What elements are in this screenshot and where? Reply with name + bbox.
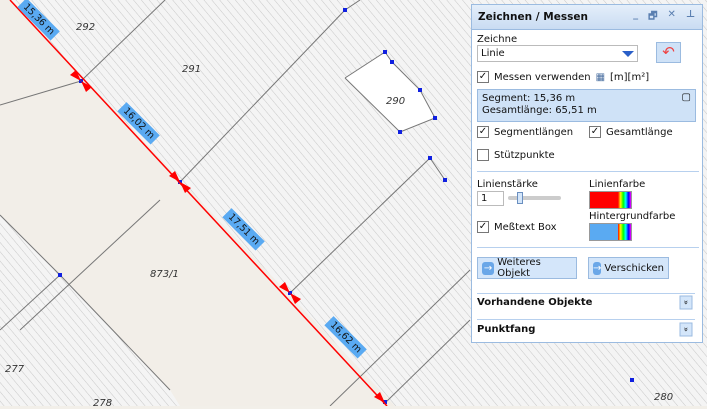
line-color-picker[interactable] [589,191,632,209]
draw-measure-panel: Zeichnen / Messen _ 🗗 ✕ ⊥ Zeichne Linie … [471,4,703,343]
send-button[interactable]: → Verschicken [588,257,669,279]
segment-length: Segment: 15,36 m [482,93,576,104]
background-color-picker[interactable] [589,223,632,241]
chevron-down-icon [622,50,634,57]
arrow-right-icon: → [593,261,602,275]
close-icon[interactable]: ✕ [667,9,675,26]
vertices-checkbox[interactable] [477,149,489,161]
textbox-label: Meßtext Box [494,221,557,233]
undo-icon: ↶ [662,43,675,61]
clipboard-icon[interactable]: ▢ [682,92,691,104]
existing-objects-header[interactable]: Vorhandene Objekte [477,297,592,308]
total-length-label: Gesamtlänge [606,126,673,138]
expand-icon[interactable]: » [679,295,693,310]
units-label[interactable]: [m][m²] [610,72,649,83]
undo-button[interactable]: ↶ [656,42,681,63]
parcel-label: 291 [182,64,202,75]
draw-type-value: Linie [481,48,505,59]
parcel-label: 873/1 [150,269,179,280]
total-length: Gesamtlänge: 65,51 m [482,105,597,116]
parcel-label: 278 [93,398,113,409]
parcel-label: 280 [654,392,674,403]
measure-info-box: Segment: 15,36 m Gesamtlänge: 65,51 m ▢ [477,89,696,122]
parcel-label: 277 [5,364,25,375]
textbox-checkbox[interactable]: ✓ [477,221,489,233]
divider [477,247,699,248]
line-width-label: Linienstärke [477,179,538,190]
background-color-label: Hintergrundfarbe [589,211,676,222]
draw-label: Zeichne [477,34,518,45]
expand-icon[interactable]: » [679,322,693,337]
slider-handle[interactable] [517,192,523,204]
send-label: Verschicken [604,262,664,274]
vertices-label: Stützpunkte [494,149,555,161]
segment-lengths-checkbox[interactable]: ✓ [477,126,489,138]
parcel-label: 290 [386,96,406,107]
calculator-icon[interactable]: ▦ [596,72,605,83]
more-object-label: Weiteres Objekt [497,257,541,279]
measure-label: Messen verwenden [494,71,591,83]
line-width-input[interactable]: 1 [477,191,504,206]
panel-header: Zeichnen / Messen _ 🗗 ✕ ⊥ [472,5,702,30]
divider [477,293,695,294]
panel-title: Zeichnen / Messen [478,11,588,23]
snap-header[interactable]: Punktfang [477,324,535,335]
parcel-label: 292 [76,22,96,33]
restore-icon[interactable]: 🗗 [648,9,657,26]
draw-type-select[interactable]: Linie [477,45,638,62]
line-width-slider[interactable] [508,192,561,204]
divider [477,171,699,172]
segment-lengths-label: Segmentlängen [494,126,574,138]
arrow-right-icon: → [482,261,495,275]
line-color-label: Linienfarbe [589,179,646,190]
pin-icon[interactable]: ⊥ [686,9,695,26]
minimize-icon[interactable]: _ [633,9,638,26]
more-object-button[interactable]: → Weiteres Objekt [477,257,577,279]
measure-checkbox[interactable]: ✓ [477,71,489,83]
total-length-checkbox[interactable]: ✓ [589,126,601,138]
divider [477,319,695,320]
